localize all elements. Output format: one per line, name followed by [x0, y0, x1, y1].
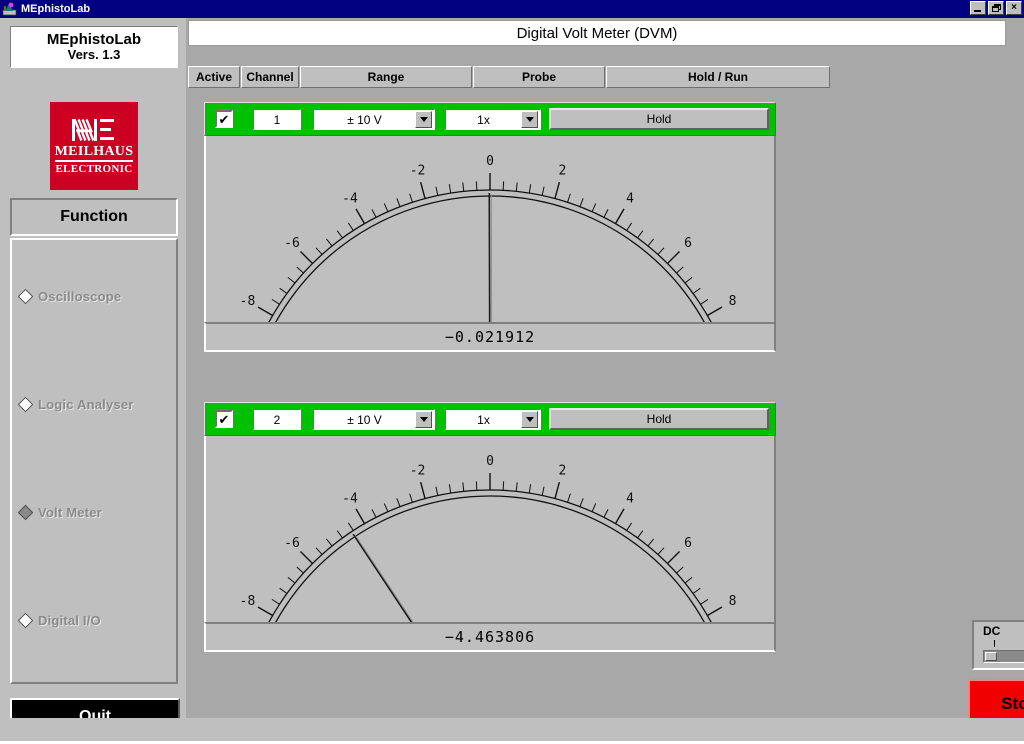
diamond-bullet-icon: [17, 396, 34, 412]
diamond-bullet-icon-filled: [17, 504, 34, 520]
sidebar-item-label: Logic Analyser: [38, 396, 134, 412]
channel-2-number-field[interactable]: 2: [253, 409, 301, 430]
svg-text:0: 0: [486, 154, 494, 169]
svg-text:-6: -6: [284, 536, 300, 551]
channel-1-range-value: ± 10 V: [347, 112, 382, 127]
svg-text:-4: -4: [342, 492, 358, 507]
channel-1-probe-select[interactable]: 1x: [445, 109, 541, 130]
channel-2-range-value: ± 10 V: [347, 412, 382, 427]
sidebar-item-label: Volt Meter: [38, 504, 102, 520]
svg-text:-4: -4: [342, 192, 358, 207]
close-icon[interactable]: ×: [1006, 1, 1022, 15]
channel-1-probe-value: 1x: [477, 112, 490, 127]
restore-button[interactable]: [988, 1, 1004, 15]
channel-1-control-bar: ✔ 1 ± 10 V 1x Hold: [204, 102, 776, 136]
coupling-slider[interactable]: [983, 650, 1024, 663]
column-header-channel: Channel: [241, 66, 299, 88]
sidebar-item-digital-io[interactable]: Digital I/O: [17, 610, 101, 630]
coupling-slider-thumb[interactable]: [985, 652, 997, 661]
logo-line-2: ELECTRONIC: [55, 163, 133, 175]
svg-text:-2: -2: [410, 164, 426, 179]
sidebar-item-label: Oscilloscope: [38, 288, 122, 304]
channel-block-1: ✔ 1 ± 10 V 1x Hold -10-8-6-4-20246810: [204, 102, 776, 352]
minimize-button[interactable]: [970, 1, 986, 15]
channel-2-active-checkbox[interactable]: ✔: [215, 410, 233, 428]
channel-2-gauge-svg: -10-8-6-4-20246810: [240, 454, 737, 622]
sidebar: MEphistoLab Vers. 1.3 MEILHAUS ELECTRONI…: [0, 18, 186, 736]
me-logo-mark: [70, 117, 118, 143]
channel-1-value-display: −0.021912: [204, 322, 776, 352]
svg-text:6: 6: [684, 536, 692, 551]
window-controls: ×: [970, 1, 1022, 15]
channel-2-value-display: −4.463806: [204, 622, 776, 652]
svg-text:4: 4: [626, 192, 634, 207]
sidebar-item-label: Digital I/O: [38, 612, 101, 628]
column-header-row: Active Channel Range Probe Hold / Run: [188, 66, 831, 88]
diamond-bullet-icon: [17, 288, 34, 304]
column-header-active: Active: [188, 66, 240, 88]
svg-text:4: 4: [626, 492, 634, 507]
sidebar-item-volt-meter[interactable]: Volt Meter: [17, 502, 102, 522]
main-panel: Digital Volt Meter (DVM) Active Channel …: [186, 18, 1024, 729]
svg-text:8: 8: [729, 594, 737, 609]
brand-box: MEphistoLab Vers. 1.3: [10, 26, 178, 68]
svg-text:8: 8: [729, 294, 737, 309]
svg-text:2: 2: [559, 164, 567, 179]
function-list: Oscilloscope Logic Analyser Volt Meter D…: [10, 238, 178, 684]
chevron-down-icon[interactable]: [415, 411, 432, 428]
coupling-panel: DC AC: [972, 620, 1024, 670]
column-header-range: Range: [300, 66, 472, 88]
svg-text:-2: -2: [410, 464, 426, 479]
svg-text:-8: -8: [240, 594, 256, 609]
channel-1-number-field[interactable]: 1: [253, 109, 301, 130]
brand-version: Vers. 1.3: [67, 47, 121, 63]
channel-1-active-checkbox[interactable]: ✔: [215, 110, 233, 128]
window-titlebar: MEphistoLab ×: [0, 0, 1024, 18]
svg-text:6: 6: [684, 236, 692, 251]
window-title: MEphistoLab: [21, 3, 91, 15]
chevron-down-icon[interactable]: [415, 111, 432, 128]
column-header-hold-run: Hold / Run: [606, 66, 830, 88]
app-icon: [2, 1, 18, 17]
desktop-strip: [0, 718, 1024, 744]
logo-line-1: MEILHAUS: [54, 145, 134, 162]
dc-tick: [994, 640, 995, 647]
svg-text:0: 0: [486, 454, 494, 469]
application-window: MEphistoLab × MEphistoLab Vers. 1.3 MEIL…: [0, 0, 1024, 736]
channel-2-range-select[interactable]: ± 10 V: [313, 409, 435, 430]
channel-1-range-select[interactable]: ± 10 V: [313, 109, 435, 130]
channel-2-probe-select[interactable]: 1x: [445, 409, 541, 430]
diamond-bullet-icon: [17, 612, 34, 628]
channel-block-2: ✔ 2 ± 10 V 1x Hold -10-8-6-4-20246810: [204, 402, 776, 652]
brand-name: MEphistoLab: [46, 30, 142, 48]
function-header: Function: [10, 198, 178, 236]
chevron-down-icon[interactable]: [521, 411, 538, 428]
chevron-down-icon[interactable]: [521, 111, 538, 128]
svg-text:-8: -8: [240, 294, 256, 309]
column-header-probe: Probe: [473, 66, 605, 88]
channel-1-gauge: -10-8-6-4-20246810: [204, 136, 776, 322]
dc-label: DC: [983, 624, 1001, 638]
channel-2-control-bar: ✔ 2 ± 10 V 1x Hold: [204, 402, 776, 436]
channel-1-hold-button[interactable]: Hold: [549, 108, 769, 130]
sidebar-item-oscilloscope[interactable]: Oscilloscope: [17, 286, 122, 306]
channel-2-hold-button[interactable]: Hold: [549, 408, 769, 430]
page-title: Digital Volt Meter (DVM): [188, 20, 1006, 46]
channel-2-probe-value: 1x: [477, 412, 490, 427]
sidebar-item-logic-analyser[interactable]: Logic Analyser: [17, 394, 134, 414]
channel-1-gauge-svg: -10-8-6-4-20246810: [240, 154, 737, 322]
channel-2-gauge: -10-8-6-4-20246810: [204, 436, 776, 622]
svg-text:-6: -6: [284, 236, 300, 251]
meilhaus-logo: MEILHAUS ELECTRONIC: [50, 102, 138, 190]
svg-text:2: 2: [559, 464, 567, 479]
